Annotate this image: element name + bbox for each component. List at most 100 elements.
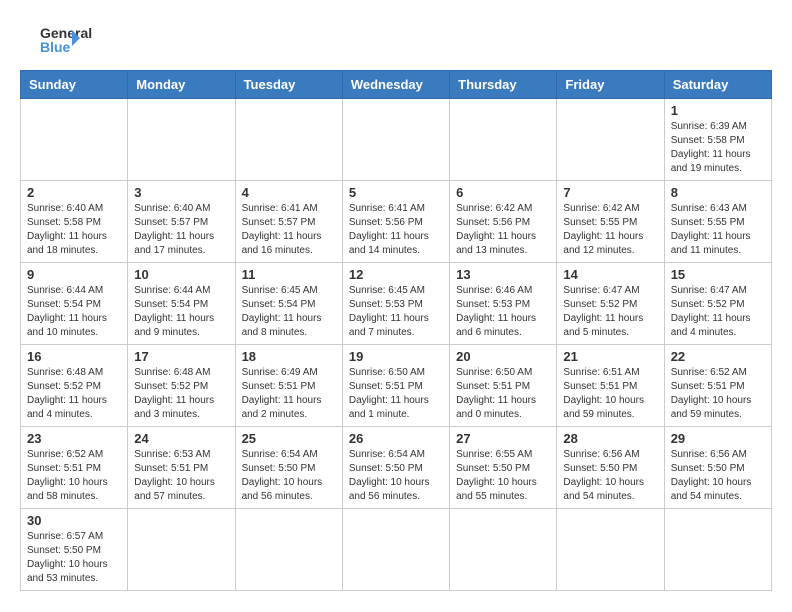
calendar-cell xyxy=(342,509,449,591)
calendar-week-5: 30 Sunrise: 6:57 AM Sunset: 5:50 PM Dayli… xyxy=(21,509,772,591)
day-number: 26 xyxy=(349,431,443,446)
day-info: Sunrise: 6:42 AM Sunset: 5:56 PM Dayligh… xyxy=(456,202,550,258)
svg-text:Blue: Blue xyxy=(40,39,71,55)
day-number: 25 xyxy=(242,431,336,446)
calendar-cell: 16 Sunrise: 6:48 AM Sunset: 5:52 PM Dayli… xyxy=(21,345,128,427)
calendar-header-row: SundayMondayTuesdayWednesdayThursdayFrid… xyxy=(21,71,772,99)
day-number: 23 xyxy=(27,431,121,446)
day-number: 21 xyxy=(563,349,657,364)
calendar-week-0: 1Sunrise: 6:39 AM Sunset: 5:58 PM Daylig… xyxy=(21,99,772,181)
day-info: Sunrise: 6:52 AM Sunset: 5:51 PM Dayligh… xyxy=(27,448,121,504)
calendar-cell: 26 Sunrise: 6:54 AM Sunset: 5:50 PM Dayli… xyxy=(342,427,449,509)
calendar-cell: 12 Sunrise: 6:45 AM Sunset: 5:53 PM Dayli… xyxy=(342,263,449,345)
calendar-cell: 27 Sunrise: 6:55 AM Sunset: 5:50 PM Dayli… xyxy=(450,427,557,509)
calendar-cell: 7 Sunrise: 6:42 AM Sunset: 5:55 PM Daylig… xyxy=(557,181,664,263)
day-number: 29 xyxy=(671,431,765,446)
col-header-sunday: Sunday xyxy=(21,71,128,99)
day-info: Sunrise: 6:48 AM Sunset: 5:52 PM Dayligh… xyxy=(27,366,121,422)
day-info: Sunrise: 6:48 AM Sunset: 5:52 PM Dayligh… xyxy=(134,366,228,422)
calendar-cell: 5 Sunrise: 6:41 AM Sunset: 5:56 PM Daylig… xyxy=(342,181,449,263)
calendar-week-1: 2 Sunrise: 6:40 AM Sunset: 5:58 PM Daylig… xyxy=(21,181,772,263)
day-number: 14 xyxy=(563,267,657,282)
col-header-wednesday: Wednesday xyxy=(342,71,449,99)
calendar-cell: 4 Sunrise: 6:41 AM Sunset: 5:57 PM Daylig… xyxy=(235,181,342,263)
day-info: Sunrise: 6:40 AM Sunset: 5:57 PM Dayligh… xyxy=(134,202,228,258)
day-number: 4 xyxy=(242,185,336,200)
day-number: 15 xyxy=(671,267,765,282)
calendar-week-2: 9 Sunrise: 6:44 AM Sunset: 5:54 PM Daylig… xyxy=(21,263,772,345)
day-info: Sunrise: 6:46 AM Sunset: 5:53 PM Dayligh… xyxy=(456,284,550,340)
day-number: 22 xyxy=(671,349,765,364)
calendar-cell xyxy=(235,509,342,591)
day-info: Sunrise: 6:55 AM Sunset: 5:50 PM Dayligh… xyxy=(456,448,550,504)
calendar-cell: 15 Sunrise: 6:47 AM Sunset: 5:52 PM Dayli… xyxy=(664,263,771,345)
col-header-thursday: Thursday xyxy=(450,71,557,99)
day-info: Sunrise: 6:54 AM Sunset: 5:50 PM Dayligh… xyxy=(349,448,443,504)
day-info: Sunrise: 6:56 AM Sunset: 5:50 PM Dayligh… xyxy=(671,448,765,504)
day-info: Sunrise: 6:43 AM Sunset: 5:55 PM Dayligh… xyxy=(671,202,765,258)
calendar-cell xyxy=(128,99,235,181)
calendar-cell xyxy=(21,99,128,181)
col-header-monday: Monday xyxy=(128,71,235,99)
day-info: Sunrise: 6:45 AM Sunset: 5:54 PM Dayligh… xyxy=(242,284,336,340)
calendar-cell: 18 Sunrise: 6:49 AM Sunset: 5:51 PM Dayli… xyxy=(235,345,342,427)
logo: General Blue xyxy=(20,20,100,60)
day-info: Sunrise: 6:47 AM Sunset: 5:52 PM Dayligh… xyxy=(671,284,765,340)
calendar-cell xyxy=(557,509,664,591)
day-info: Sunrise: 6:45 AM Sunset: 5:53 PM Dayligh… xyxy=(349,284,443,340)
calendar-cell: 1Sunrise: 6:39 AM Sunset: 5:58 PM Daylig… xyxy=(664,99,771,181)
calendar-cell: 14Sunrise: 6:47 AM Sunset: 5:52 PM Dayli… xyxy=(557,263,664,345)
day-info: Sunrise: 6:42 AM Sunset: 5:55 PM Dayligh… xyxy=(563,202,657,258)
calendar-cell: 13 Sunrise: 6:46 AM Sunset: 5:53 PM Dayli… xyxy=(450,263,557,345)
day-number: 9 xyxy=(27,267,121,282)
day-info: Sunrise: 6:52 AM Sunset: 5:51 PM Dayligh… xyxy=(671,366,765,422)
day-number: 2 xyxy=(27,185,121,200)
col-header-friday: Friday xyxy=(557,71,664,99)
day-number: 20 xyxy=(456,349,550,364)
day-info: Sunrise: 6:41 AM Sunset: 5:56 PM Dayligh… xyxy=(349,202,443,258)
calendar-cell xyxy=(664,509,771,591)
calendar-cell: 19Sunrise: 6:50 AM Sunset: 5:51 PM Dayli… xyxy=(342,345,449,427)
calendar-week-4: 23 Sunrise: 6:52 AM Sunset: 5:51 PM Dayli… xyxy=(21,427,772,509)
day-info: Sunrise: 6:54 AM Sunset: 5:50 PM Dayligh… xyxy=(242,448,336,504)
day-info: Sunrise: 6:41 AM Sunset: 5:57 PM Dayligh… xyxy=(242,202,336,258)
calendar-cell xyxy=(235,99,342,181)
calendar-cell xyxy=(557,99,664,181)
day-number: 28 xyxy=(563,431,657,446)
calendar-cell: 21 Sunrise: 6:51 AM Sunset: 5:51 PM Dayli… xyxy=(557,345,664,427)
col-header-tuesday: Tuesday xyxy=(235,71,342,99)
day-number: 12 xyxy=(349,267,443,282)
calendar-cell: 25 Sunrise: 6:54 AM Sunset: 5:50 PM Dayli… xyxy=(235,427,342,509)
day-number: 19 xyxy=(349,349,443,364)
day-number: 24 xyxy=(134,431,228,446)
calendar-cell: 8Sunrise: 6:43 AM Sunset: 5:55 PM Daylig… xyxy=(664,181,771,263)
day-info: Sunrise: 6:44 AM Sunset: 5:54 PM Dayligh… xyxy=(134,284,228,340)
day-number: 13 xyxy=(456,267,550,282)
day-number: 30 xyxy=(27,513,121,528)
calendar-cell: 2 Sunrise: 6:40 AM Sunset: 5:58 PM Daylig… xyxy=(21,181,128,263)
day-number: 18 xyxy=(242,349,336,364)
calendar-cell: 9Sunrise: 6:44 AM Sunset: 5:54 PM Daylig… xyxy=(21,263,128,345)
col-header-saturday: Saturday xyxy=(664,71,771,99)
day-info: Sunrise: 6:49 AM Sunset: 5:51 PM Dayligh… xyxy=(242,366,336,422)
calendar-cell xyxy=(450,509,557,591)
day-number: 16 xyxy=(27,349,121,364)
day-info: Sunrise: 6:39 AM Sunset: 5:58 PM Dayligh… xyxy=(671,120,765,176)
calendar-week-3: 16 Sunrise: 6:48 AM Sunset: 5:52 PM Dayli… xyxy=(21,345,772,427)
calendar-cell: 3 Sunrise: 6:40 AM Sunset: 5:57 PM Daylig… xyxy=(128,181,235,263)
calendar-cell: 28 Sunrise: 6:56 AM Sunset: 5:50 PM Dayli… xyxy=(557,427,664,509)
day-number: 7 xyxy=(563,185,657,200)
day-number: 27 xyxy=(456,431,550,446)
day-info: Sunrise: 6:51 AM Sunset: 5:51 PM Dayligh… xyxy=(563,366,657,422)
day-number: 5 xyxy=(349,185,443,200)
day-info: Sunrise: 6:57 AM Sunset: 5:50 PM Dayligh… xyxy=(27,530,121,586)
calendar-cell: 22 Sunrise: 6:52 AM Sunset: 5:51 PM Dayli… xyxy=(664,345,771,427)
day-info: Sunrise: 6:56 AM Sunset: 5:50 PM Dayligh… xyxy=(563,448,657,504)
day-info: Sunrise: 6:40 AM Sunset: 5:58 PM Dayligh… xyxy=(27,202,121,258)
day-info: Sunrise: 6:50 AM Sunset: 5:51 PM Dayligh… xyxy=(456,366,550,422)
logo-icon: General Blue xyxy=(20,20,100,60)
day-number: 10 xyxy=(134,267,228,282)
calendar-cell: 6Sunrise: 6:42 AM Sunset: 5:56 PM Daylig… xyxy=(450,181,557,263)
day-number: 3 xyxy=(134,185,228,200)
calendar-cell xyxy=(128,509,235,591)
